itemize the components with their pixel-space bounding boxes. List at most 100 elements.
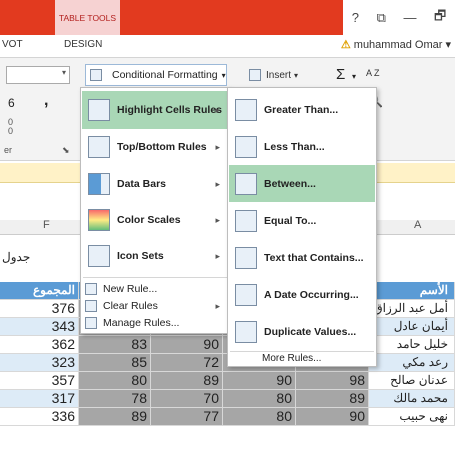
topbottom-label: Top/Bottom Rules [117, 141, 207, 153]
table-tools-context-tab: TABLE TOOLS [55, 0, 120, 35]
menu-item-clear-rules[interactable]: Clear Rules ▸ [82, 298, 228, 314]
column-header-f[interactable]: F [43, 219, 50, 231]
submenu-arrow-icon: ▸ [215, 300, 220, 311]
highlight-label: Highlight Cells Rules [117, 104, 223, 116]
submenu-arrow-icon: ▸ [215, 104, 220, 115]
score-cell[interactable]: 80 [79, 372, 151, 390]
menu-item-more-rules[interactable]: More Rules... [229, 352, 375, 365]
icon-sets-icon [88, 245, 110, 267]
name-cell[interactable]: رعد مكي [369, 354, 455, 372]
decrease-decimal-button[interactable]: 0 [8, 126, 13, 136]
greater-label: Greater Than... [264, 103, 339, 116]
restore-button[interactable]: 🗗 [434, 7, 446, 29]
menu-item-text-contains[interactable]: Text that Contains... [229, 239, 375, 276]
help-icon[interactable]: ? [352, 10, 359, 25]
highlight-cells-icon [88, 99, 110, 121]
name-cell[interactable]: محمد مالك [369, 390, 455, 408]
menu-item-between[interactable]: Between... [229, 165, 375, 202]
menu-separator [83, 277, 227, 278]
score-cell[interactable]: 70 [151, 390, 223, 408]
greater-than-icon [235, 98, 257, 121]
score-cell[interactable]: 85 [79, 354, 151, 372]
score-cell[interactable]: 80 [223, 390, 296, 408]
ribbon-display-icon[interactable]: ⧉ [377, 10, 386, 26]
column-header-a[interactable]: A [414, 219, 421, 231]
text-contains-icon [235, 246, 257, 269]
score-cell[interactable]: 77 [151, 408, 223, 426]
date-label: A Date Occurring... [264, 288, 359, 301]
databars-label: Data Bars [117, 178, 167, 190]
minimize-button[interactable]: — [403, 10, 416, 25]
menu-item-top-bottom-rules[interactable]: Top/Bottom Rules ▸ [82, 129, 228, 165]
dialog-launcher-icon[interactable]: ⬊ [62, 145, 70, 156]
table-row: 336 89 77 80 90 نهى حبيب [0, 408, 455, 426]
menu-item-equal-to[interactable]: Equal To... [229, 202, 375, 239]
header-total[interactable]: المجموع [0, 282, 79, 300]
equal-to-icon [235, 209, 257, 232]
score-cell[interactable]: 98 [296, 372, 369, 390]
name-cell[interactable]: أيمان عادل [369, 318, 455, 336]
table-row: 317 78 70 80 89 محمد مالك [0, 390, 455, 408]
duplicate-label: Duplicate Values... [264, 325, 357, 338]
score-cell[interactable]: 90 [151, 336, 223, 354]
between-icon [235, 172, 257, 195]
tab-pivot[interactable]: VOT [2, 39, 23, 50]
score-cell[interactable]: 89 [79, 408, 151, 426]
menu-item-date-occurring[interactable]: A Date Occurring... [229, 276, 375, 313]
conditional-formatting-button[interactable]: Conditional Formatting ▾ [85, 64, 227, 86]
user-name: muhammad Omar [353, 39, 443, 51]
score-cell[interactable]: 83 [79, 336, 151, 354]
score-cell[interactable]: 89 [151, 372, 223, 390]
score-cell[interactable]: 90 [223, 372, 296, 390]
user-account[interactable]: ⚠ muhammad Omar ▾ [341, 38, 451, 51]
color-scales-icon [88, 209, 110, 231]
autosum-icon[interactable]: Σ [336, 66, 345, 83]
total-cell[interactable]: 323 [0, 354, 79, 372]
submenu-arrow-icon: ▸ [215, 178, 220, 189]
comma-style-button[interactable]: , [44, 92, 48, 110]
score-cell[interactable]: 80 [223, 408, 296, 426]
data-bars-icon [88, 173, 110, 195]
date-occurring-icon [235, 283, 257, 306]
iconsets-label: Icon Sets [117, 250, 164, 262]
total-cell[interactable]: 343 [0, 318, 79, 336]
table-row: 357 80 89 90 98 عدنان صالح [0, 372, 455, 390]
insert-button[interactable]: Insert ▾ [249, 69, 298, 81]
score-cell[interactable]: 78 [79, 390, 151, 408]
score-cell[interactable]: 90 [296, 408, 369, 426]
autosum-dropdown[interactable]: ▾ [352, 72, 356, 81]
total-cell[interactable]: 376 [0, 300, 79, 318]
sort-filter-icon[interactable]: A Z [366, 68, 380, 78]
tab-design[interactable]: DESIGN [64, 39, 102, 50]
more-rules-label: More Rules... [262, 353, 322, 364]
highlight-cells-submenu: Greater Than... Less Than... Between... … [227, 87, 377, 367]
menu-item-duplicate-values[interactable]: Duplicate Values... [229, 313, 375, 350]
menu-item-new-rule[interactable]: New Rule... [82, 281, 228, 297]
managerules-label: Manage Rules... [103, 317, 180, 329]
total-cell[interactable]: 336 [0, 408, 79, 426]
score-cell[interactable]: 72 [151, 354, 223, 372]
menu-item-less-than[interactable]: Less Than... [229, 128, 375, 165]
total-cell[interactable]: 357 [0, 372, 79, 390]
number-format-dropdown[interactable]: ▾ [6, 66, 70, 84]
menu-item-manage-rules[interactable]: Manage Rules... [82, 315, 228, 331]
clearrules-label: Clear Rules [103, 300, 158, 312]
percent-style-button[interactable]: 6 [8, 96, 15, 110]
conditional-formatting-icon [90, 69, 102, 81]
name-cell[interactable]: خليل حامد [369, 336, 455, 354]
table-caption: جدول [2, 250, 31, 264]
menu-item-color-scales[interactable]: Color Scales ▸ [82, 202, 228, 238]
total-cell[interactable]: 362 [0, 336, 79, 354]
score-cell[interactable]: 89 [296, 390, 369, 408]
name-cell[interactable]: عدنان صالح [369, 372, 455, 390]
menu-item-data-bars[interactable]: Data Bars ▸ [82, 166, 228, 202]
total-cell[interactable]: 317 [0, 390, 79, 408]
equal-label: Equal To... [264, 214, 317, 227]
menu-item-greater-than[interactable]: Greater Than... [229, 91, 375, 128]
name-cell[interactable]: أمل عبد الرزاق [369, 300, 455, 318]
name-cell[interactable]: نهى حبيب [369, 408, 455, 426]
header-name[interactable]: الأسم [369, 282, 455, 300]
manage-rules-icon [85, 317, 97, 329]
menu-item-icon-sets[interactable]: Icon Sets ▸ [82, 238, 228, 274]
menu-item-highlight-cells-rules[interactable]: Highlight Cells Rules ▸ [82, 91, 228, 129]
